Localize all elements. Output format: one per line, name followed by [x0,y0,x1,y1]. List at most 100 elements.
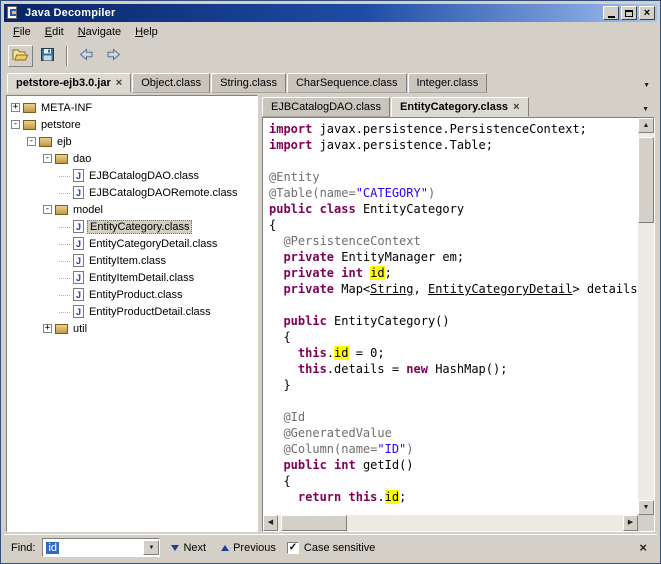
type-link[interactable]: String [370,282,413,296]
menu-item-help[interactable]: Help [128,24,165,40]
collapse-icon[interactable]: - [43,154,52,163]
forward-button[interactable] [101,45,126,67]
toolbar [4,42,657,69]
class-icon: J [73,271,84,284]
arrow-down-icon [171,545,179,551]
tree-item[interactable]: JEntityCategory.class [7,218,257,235]
main-tab[interactable]: String.class [211,73,286,93]
menu-item-file[interactable]: File [6,24,38,40]
tree-item-label: EJBCatalogDAORemote.class [87,187,240,199]
check-icon: ✓ [289,543,297,553]
horizontal-scrollbar[interactable]: ◀ ▶ [263,515,638,531]
collapse-icon[interactable]: - [11,120,20,129]
maximize-button[interactable] [621,6,637,20]
minimize-button[interactable] [603,6,619,20]
tree-item[interactable]: JEntityItemDetail.class [7,269,257,286]
tree-item[interactable]: + util [7,320,257,337]
tree-item[interactable]: JEntityCategoryDetail.class [7,235,257,252]
menu-item-navigate[interactable]: Navigate [71,24,128,40]
vertical-scroll-thumb[interactable] [638,137,654,223]
code-line: return this.id; [269,489,638,505]
tree-item-label: EntityCategory.class [87,220,192,234]
editor-tabs: EJBCatalogDAO.classEntityCategory.class× [262,97,530,117]
find-dropdown-button[interactable]: ▼ [143,540,159,555]
main-tab[interactable]: CharSequence.class [287,73,407,93]
tree-panel: +META-INF-petstore-ejb-daoJEJBCatalogDAO… [6,95,258,532]
tree-item[interactable]: JEntityProduct.class [7,286,257,303]
close-button[interactable]: × [639,6,655,20]
editor-tab[interactable]: EntityCategory.class× [391,97,528,117]
scroll-right-button[interactable]: ▶ [623,515,638,531]
content: +META-INF-petstore-ejb-daoJEJBCatalogDAO… [4,93,657,534]
tree-item[interactable]: -model [7,201,257,218]
arrow-up-icon [221,545,229,551]
tree-connector [59,244,70,245]
tab-list-dropdown-icon[interactable]: ▼ [639,82,654,93]
back-icon [78,47,95,65]
vertical-scroll-track[interactable] [638,133,654,500]
vertical-scrollbar[interactable]: ▲ ▼ [638,118,654,515]
tree-item[interactable]: JEJBCatalogDAORemote.class [7,184,257,201]
scroll-down-button[interactable]: ▼ [638,500,654,515]
code-area[interactable]: import javax.persistence.PersistenceCont… [263,118,638,515]
save-all-button[interactable] [35,45,60,67]
code-line: @Table(name="CATEGORY") [269,185,638,201]
tree-item[interactable]: JEJBCatalogDAO.class [7,167,257,184]
main-tab[interactable]: petstore-ejb3.0.jar× [7,73,131,93]
main-tab[interactable]: Object.class [132,73,210,93]
code-line: @Id [269,409,638,425]
class-icon: J [73,288,84,301]
back-button[interactable] [74,45,99,67]
open-button[interactable] [8,45,33,67]
tree-item-label: EntityProductDetail.class [87,306,213,318]
main-tab-label: Integer.class [417,77,479,89]
open-icon [12,47,29,65]
collapse-icon[interactable]: - [43,205,52,214]
type-link[interactable]: EntityCategoryDetail [428,282,573,296]
class-icon: J [73,305,84,318]
case-sensitive-checkbox[interactable]: ✓ [287,542,299,554]
tree-item[interactable]: + META-INF [7,99,257,116]
tree-item[interactable]: -petstore [7,116,257,133]
find-input[interactable]: id ▼ [42,538,160,557]
main-tab-label: CharSequence.class [296,77,398,89]
find-bar-close-icon[interactable]: × [636,540,650,555]
horizontal-scroll-thumb[interactable] [281,515,347,531]
code-line: private int id; [269,265,638,281]
case-sensitive-label: Case sensitive [304,542,376,554]
tree-item-label: dao [71,153,93,165]
editor-tab[interactable]: EJBCatalogDAO.class [262,97,390,117]
tree-item-label: util [71,323,89,335]
tree-item-label: ejb [55,136,74,148]
class-icon: J [73,220,84,233]
tab-close-icon[interactable]: × [513,102,519,112]
editor-tab-bar: EJBCatalogDAO.classEntityCategory.class×… [262,95,655,117]
tab-close-icon[interactable]: × [116,78,122,88]
forward-icon [105,47,122,65]
tree-item-label: META-INF [39,102,94,114]
menu-item-edit[interactable]: Edit [38,24,71,40]
tree-item[interactable]: - dao [7,150,257,167]
tree-item[interactable]: JEntityItem.class [7,252,257,269]
title-bar[interactable]: Java Decompiler × [4,4,657,22]
package-icon [23,120,36,130]
tree-item[interactable]: JEntityProductDetail.class [7,303,257,320]
code-line: @Column(name="ID") [269,441,638,457]
collapse-icon[interactable]: - [27,137,36,146]
find-previous-button[interactable]: Previous [217,540,280,556]
main-tab[interactable]: Integer.class [408,73,488,93]
class-icon: J [73,186,84,199]
maximize-icon [625,10,633,17]
code-line: @Entity [269,169,638,185]
editor-tab-list-dropdown-icon[interactable]: ▼ [638,106,653,117]
horizontal-scroll-track[interactable] [278,515,623,531]
find-next-button[interactable]: Next [167,540,210,556]
tree-item[interactable]: - ejb [7,133,257,150]
tree-connector [59,227,70,228]
scroll-left-button[interactable]: ◀ [263,515,278,531]
expand-icon[interactable]: + [43,324,52,333]
find-label: Find: [11,542,35,554]
expand-icon[interactable]: + [11,103,20,112]
editor-panel: EJBCatalogDAO.classEntityCategory.class×… [262,95,655,532]
scroll-up-button[interactable]: ▲ [638,118,654,133]
